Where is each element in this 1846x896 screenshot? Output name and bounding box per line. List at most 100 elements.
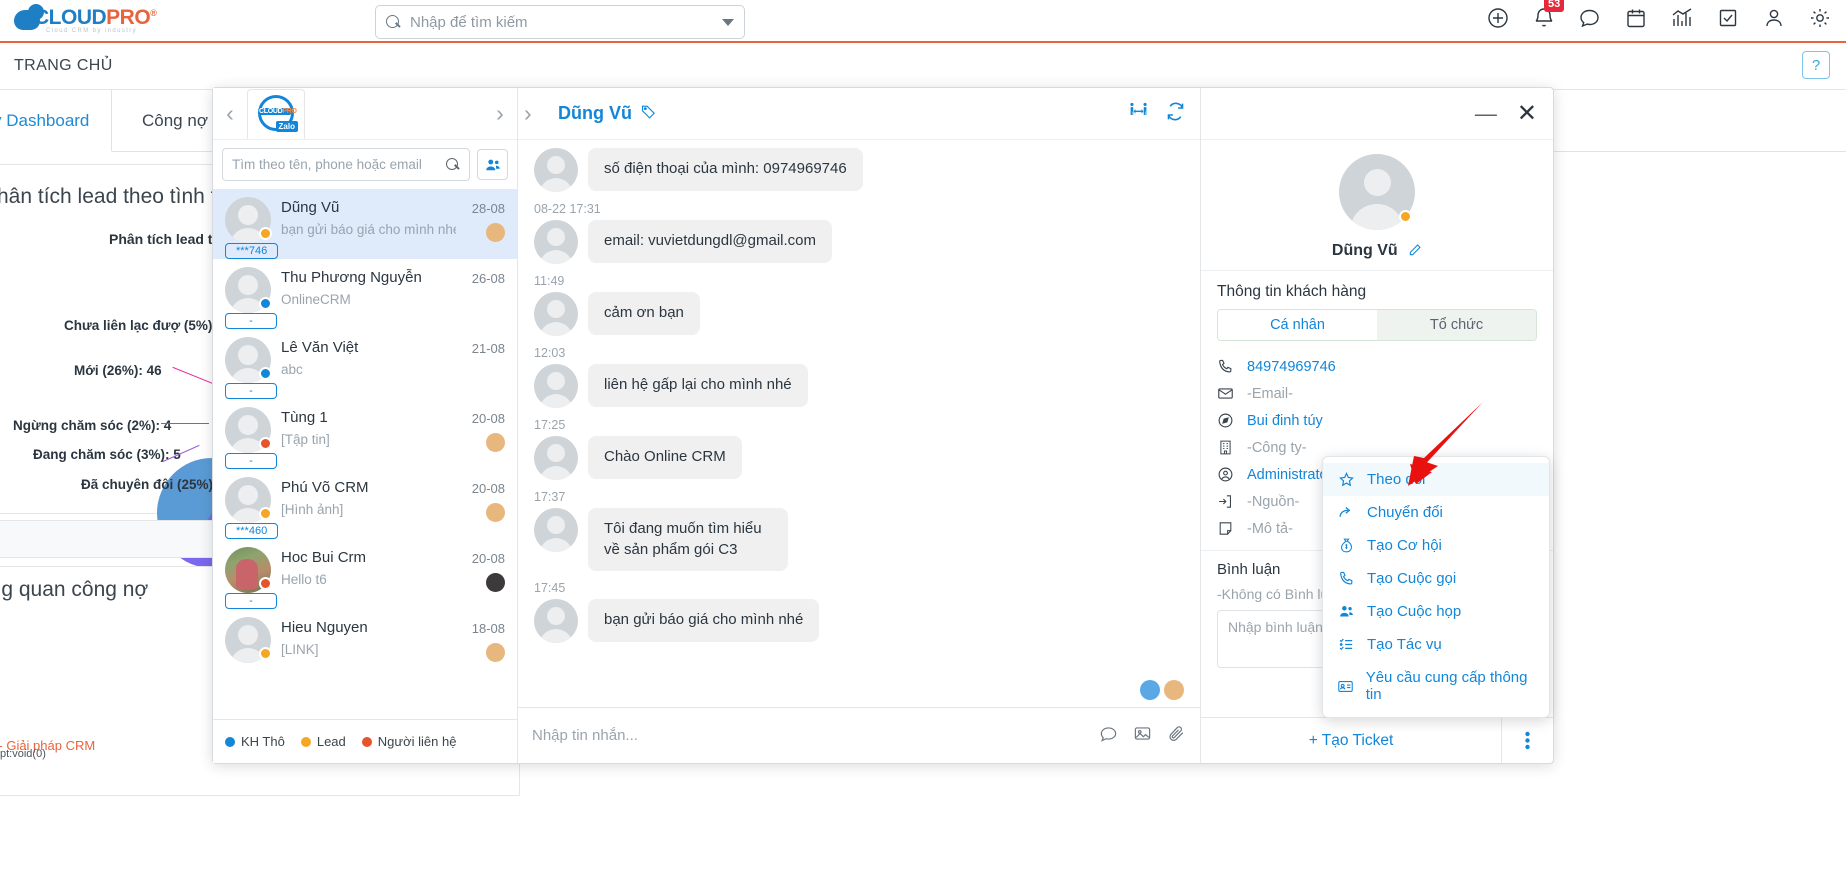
task-list-icon [1337,636,1356,653]
chevron-right-icon[interactable]: › [483,102,517,125]
image-icon[interactable] [1133,724,1152,748]
breadcrumb[interactable]: TRANG CHỦ [14,57,113,75]
menu-item-chuyen-doi[interactable]: Chuyển đổi [1323,496,1549,529]
chat-bubble-icon[interactable] [1578,6,1602,30]
refresh-icon[interactable] [1165,101,1186,127]
list-item[interactable]: Tùng 1 [Tập tin] 20-08 - [213,399,517,469]
tab-ca-nhan[interactable]: Cá nhân [1218,310,1377,340]
contact-date: 21-08 [471,341,505,356]
zalo-channel-tab[interactable]: CLOUDPRO Zalo [247,88,305,139]
avatar [534,292,578,336]
menu-label: Tạo Cơ hội [1367,537,1442,554]
list-item[interactable]: Dũng Vũ bạn gửi báo giá cho mình nhé 28-… [213,189,517,259]
contact-panel-header: ‹ CLOUDPRO Zalo › [213,88,517,140]
menu-item-tao-cuoc-hop[interactable]: Tạo Cuộc họp [1323,595,1549,628]
compass-icon [1217,412,1236,429]
contact-name: Dũng Vũ [281,199,340,216]
info-value-phone: 84974969746 [1247,358,1336,375]
menu-item-tao-cuoc-goi[interactable]: Tạo Cuộc gọi [1323,562,1549,595]
close-icon[interactable]: ✕ [1517,101,1537,125]
message-row: bạn gửi báo giá cho mình nhé [518,599,1200,647]
legend-label: Lead [316,734,346,749]
tab-cong-no-label: Công nợ [142,111,208,130]
user-icon[interactable] [1762,6,1786,30]
note-icon [1217,520,1236,537]
contact-list[interactable]: Dũng Vũ bạn gửi báo giá cho mình nhé 28-… [213,189,517,719]
menu-item-tao-co-hoi[interactable]: Tạo Cơ hội [1323,529,1549,562]
tab-to-chuc[interactable]: Tổ chức [1377,310,1536,340]
message-row: email: vuvietdungdl@gmail.com [518,220,1200,268]
info-row-address[interactable]: Bui đinh túy [1201,407,1553,434]
tag-icon[interactable] [640,103,657,125]
attachment-icon[interactable] [1167,724,1186,748]
profile-type-tabs: Cá nhân Tổ chức [1217,309,1537,341]
contact-date: 18-08 [471,621,505,636]
edit-pencil-icon[interactable] [1408,242,1422,258]
contact-tag[interactable]: - [225,313,277,329]
contact-search-input[interactable] [232,157,446,172]
create-ticket-button[interactable]: + Tạo Ticket [1201,732,1501,750]
app-logo[interactable]: CLOUDPRO® Cloud CRM by industry [14,4,194,40]
assign-agent-icon[interactable] [1128,101,1149,127]
contact-tag[interactable]: ***460 [225,523,279,539]
profile-name: Dũng Vũ [1201,242,1553,260]
contact-tag[interactable]: - [225,453,277,469]
bell-icon[interactable]: 53 [1532,0,1565,30]
menu-item-yeu-cau-thong-tin[interactable]: Yêu cầu cung cấp thông tin [1323,661,1549,711]
contact-name: Hoc Bui Crm [281,549,367,566]
message-input[interactable] [532,727,1099,744]
agent-mini-avatar [486,643,505,662]
pie-label-0: Chưa liên lạc đượ (5%): 9 [64,318,229,333]
chevron-left-icon[interactable]: ‹ [213,102,247,125]
contact-tag[interactable]: ***746 [225,243,279,259]
legend-dot-icon [361,736,372,747]
info-value-email: -Email- [1247,385,1293,402]
gear-icon[interactable] [1808,6,1832,30]
info-row-email[interactable]: -Email- [1201,380,1553,407]
calendar-icon[interactable] [1624,6,1648,30]
legend-label: Người liên hệ [377,734,457,749]
phone-icon [1337,570,1356,587]
search-icon[interactable] [446,157,460,172]
message-list[interactable]: số điện thoại của mình: 0974969746 08-22… [518,140,1200,707]
tab-dashboard[interactable]: y Dashboard [0,90,113,152]
legend-label: KH Thô [241,734,285,749]
status-dot [259,647,272,660]
contact-preview: bạn gửi báo giá cho mình nhé [281,222,456,237]
info-value-description: -Mô tả- [1247,520,1293,537]
info-row-phone[interactable]: 84974969746 [1201,353,1553,380]
global-search[interactable] [375,5,745,39]
list-item[interactable]: Hieu Nguyen [LINK] 18-08 [213,609,517,679]
list-item[interactable]: Thu Phương Nguyễn OnlineCRM 26-08 - [213,259,517,329]
chart-icon[interactable] [1670,6,1694,30]
contact-name: Tùng 1 [281,409,328,426]
kebab-menu-icon[interactable] [1501,718,1553,763]
contact-search-box[interactable] [222,148,470,181]
task-check-icon[interactable] [1716,6,1740,30]
quick-reply-icon[interactable] [1099,724,1118,748]
contact-tag[interactable]: - [225,593,277,609]
message-row: Tôi đang muốn tìm hiểu về sản phẩm gói C… [518,508,1200,575]
info-value-company: -Công ty- [1247,439,1307,456]
chevron-down-icon[interactable] [722,18,734,26]
help-icon[interactable]: ? [1802,51,1830,79]
list-item[interactable]: Hoc Bui Crm Hello t6 20-08 - [213,539,517,609]
contact-panel: ‹ CLOUDPRO Zalo › Tìm theo tên, phone ho… [213,88,518,763]
contact-preview: abc [281,362,303,377]
contact-tag[interactable]: - [225,383,277,399]
search-input[interactable] [410,13,716,31]
ticket-bar: + Tạo Ticket [1201,717,1553,763]
list-item[interactable]: Phú Võ CRM [Hình ảnh] 20-08 ***460 [213,469,517,539]
contact-name: Hieu Nguyen [281,619,368,636]
menu-item-tao-tac-vu[interactable]: Tạo Tác vụ [1323,628,1549,661]
chevron-right-icon[interactable]: › [524,102,552,125]
contact-name: Thu Phương Nguyễn [281,269,422,286]
composer-icons [1099,724,1186,748]
message-bubble: email: vuvietdungdl@gmail.com [588,220,832,263]
legend-item: Lead [300,734,346,749]
contact-date: 20-08 [471,411,505,426]
minimize-icon[interactable]: — [1475,102,1497,124]
group-filter-button[interactable] [477,149,508,180]
plus-circle-icon[interactable] [1486,6,1510,30]
list-item[interactable]: Lê Văn Việt abc 21-08 - [213,329,517,399]
